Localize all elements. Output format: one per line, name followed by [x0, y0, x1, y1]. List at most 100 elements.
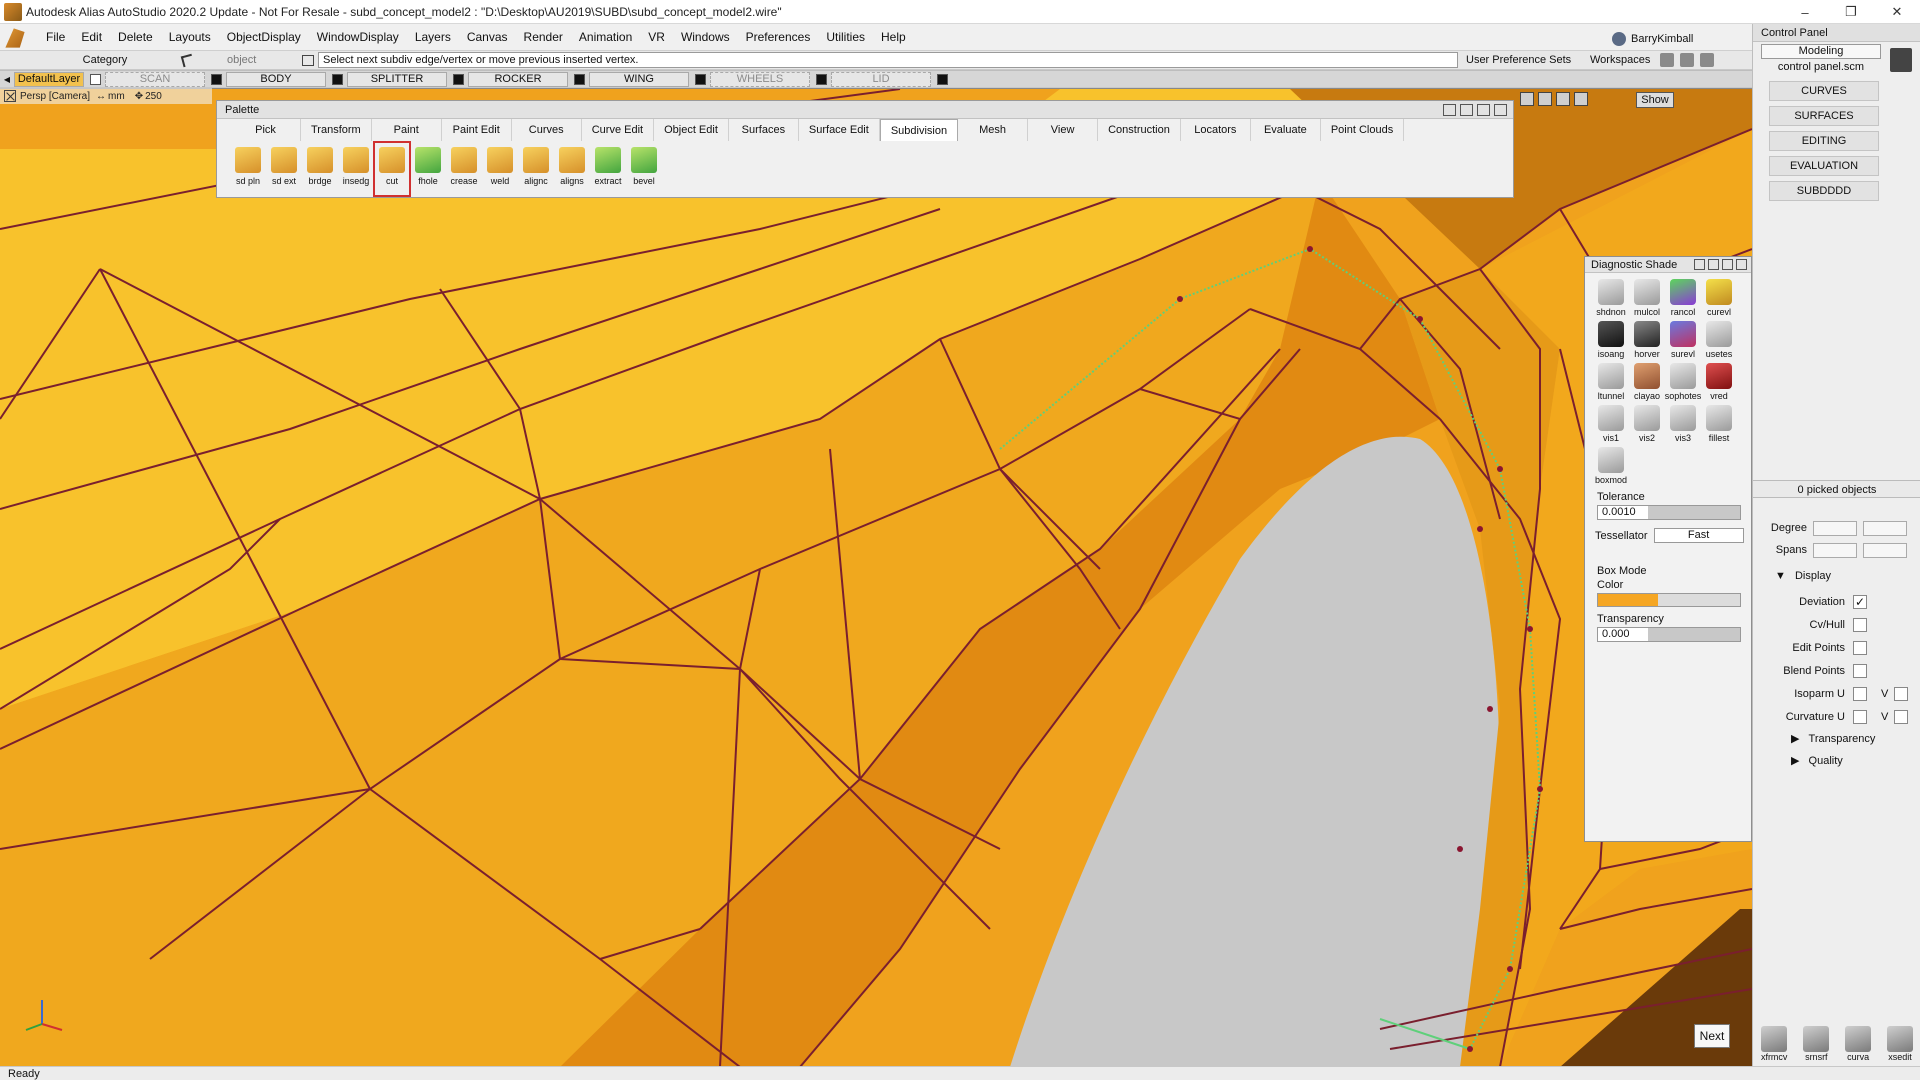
display-row-v-checkbox[interactable] — [1894, 710, 1909, 724]
layer-wheels[interactable]: WHEELS — [710, 71, 810, 87]
diagnostic-resize-icon[interactable] — [1694, 259, 1705, 270]
tool-crease[interactable]: crease — [447, 143, 481, 195]
shader-usetes[interactable]: usetes — [1701, 321, 1737, 359]
mode-dropdown[interactable]: Modeling — [1761, 44, 1881, 59]
layer-body[interactable]: BODY — [226, 71, 326, 87]
shelf-tool-xsedit[interactable]: xsedit — [1887, 1026, 1914, 1062]
close-button[interactable]: ✕ — [1874, 0, 1920, 24]
menu-layouts[interactable]: Layouts — [161, 24, 219, 50]
menu-utilities[interactable]: Utilities — [818, 24, 873, 50]
shader-isoang[interactable]: isoang — [1593, 321, 1629, 359]
color-slider[interactable] — [1597, 593, 1741, 607]
shader-vis1[interactable]: vis1 — [1593, 405, 1629, 443]
layer-scroll-left-icon[interactable]: ◀ — [0, 75, 14, 84]
tessellator-dropdown[interactable]: Fast — [1653, 528, 1744, 543]
cp-button-surfaces[interactable]: SURFACES — [1769, 106, 1879, 126]
tool-sd-pln[interactable]: sd pln — [231, 143, 265, 195]
display-row-checkbox[interactable] — [1853, 618, 1867, 632]
diagnostic-expand-icon[interactable] — [1722, 259, 1733, 270]
menu-delete[interactable]: Delete — [110, 24, 161, 50]
layer-defaultlayer[interactable]: DefaultLayer — [14, 71, 84, 87]
tab-paint-edit[interactable]: Paint Edit — [442, 119, 512, 141]
tool-weld[interactable]: weld — [483, 143, 517, 195]
grid-icon[interactable] — [1680, 53, 1694, 67]
minimize-button[interactable]: – — [1782, 0, 1828, 24]
diagnostic-menu-icon[interactable] — [1708, 259, 1719, 270]
tab-surface-edit[interactable]: Surface Edit — [799, 119, 880, 141]
tab-paint[interactable]: Paint — [372, 119, 442, 141]
render-icon[interactable] — [1538, 92, 1552, 106]
tab-view[interactable]: View — [1028, 119, 1099, 141]
display-row-checkbox[interactable] — [1853, 641, 1867, 655]
palette-close-icon[interactable] — [1494, 103, 1507, 116]
menu-preferences[interactable]: Preferences — [738, 24, 819, 50]
menu-windows[interactable]: Windows — [673, 24, 738, 50]
shader-clayao[interactable]: clayao — [1629, 363, 1665, 401]
display-row-v-checkbox[interactable] — [1894, 687, 1909, 701]
tool-alignc[interactable]: alignc — [519, 143, 553, 195]
subd-mesh-render[interactable] — [0, 89, 1752, 1066]
show-button[interactable]: Show — [1636, 92, 1674, 108]
shader-horver[interactable]: horver — [1629, 321, 1665, 359]
palette-resize-icon[interactable] — [1443, 103, 1456, 116]
menu-animation[interactable]: Animation — [571, 24, 640, 50]
cp-button-subdddd[interactable]: SUBDDDD — [1769, 181, 1879, 201]
shader-fillest[interactable]: fillest — [1701, 405, 1737, 443]
tool-brdge[interactable]: brdge — [303, 143, 337, 195]
spans-field-u[interactable] — [1813, 542, 1857, 558]
pick-mode[interactable]: object — [180, 53, 298, 67]
tool-sd-ext[interactable]: sd ext — [267, 143, 301, 195]
layer-visibility-icon[interactable] — [937, 73, 948, 85]
shader-mulcol[interactable]: mulcol — [1629, 279, 1665, 317]
layer-wing[interactable]: WING — [589, 71, 689, 87]
tab-point-clouds[interactable]: Point Clouds — [1321, 119, 1405, 141]
shader-vis2[interactable]: vis2 — [1629, 405, 1665, 443]
layer-visibility-icon[interactable] — [453, 73, 464, 85]
pan-icon[interactable] — [1574, 92, 1588, 106]
quality-section[interactable]: ▶ Quality — [1791, 754, 1843, 767]
cp-button-curves[interactable]: CURVES — [1769, 81, 1879, 101]
transparency-section[interactable]: ▶ Transparency — [1791, 732, 1875, 745]
control-panel-title[interactable]: Control Panel — [1753, 24, 1920, 42]
cp-button-evaluation[interactable]: EVALUATION — [1769, 156, 1879, 176]
tool-aligns[interactable]: aligns — [555, 143, 589, 195]
tab-locators[interactable]: Locators — [1181, 119, 1251, 141]
menu-objectdisplay[interactable]: ObjectDisplay — [219, 24, 309, 50]
perspective-viewport[interactable] — [0, 88, 1752, 1066]
shelf-tool-xfrmcv[interactable]: xfrmcv — [1761, 1026, 1787, 1062]
shader-ltunnel[interactable]: ltunnel — [1593, 363, 1629, 401]
shader-boxmod[interactable]: boxmod — [1593, 447, 1629, 485]
menu-vr[interactable]: VR — [640, 24, 673, 50]
diagnostic-shade-title-bar[interactable]: Diagnostic Shade — [1585, 257, 1751, 273]
palette-menu-icon[interactable] — [1460, 103, 1473, 116]
spans-field-v[interactable] — [1863, 542, 1907, 558]
shader-vis3[interactable]: vis3 — [1665, 405, 1701, 443]
shader-curevl[interactable]: curevl — [1701, 279, 1737, 317]
next-button[interactable]: Next — [1694, 1024, 1730, 1048]
tab-construction[interactable]: Construction — [1098, 119, 1181, 141]
tool-extract[interactable]: extract — [591, 143, 625, 195]
layer-visibility-icon[interactable] — [332, 73, 343, 85]
category-dropdown[interactable]: Category — [30, 54, 180, 66]
tab-transform[interactable]: Transform — [301, 119, 372, 141]
layer-visibility-icon[interactable] — [816, 73, 827, 85]
tool-bevel[interactable]: bevel — [627, 143, 661, 195]
tool-cut[interactable]: cut — [373, 141, 411, 197]
trash-icon[interactable] — [1890, 48, 1912, 72]
prompt-line[interactable]: Select next subdiv edge/vertex or move p… — [318, 52, 1458, 68]
shader-sophotes[interactable]: sophotes — [1665, 363, 1701, 401]
tab-evaluate[interactable]: Evaluate — [1251, 119, 1321, 141]
workspace-icon[interactable] — [1660, 53, 1674, 67]
user-preference-sets-button[interactable]: User Preference Sets — [1466, 54, 1571, 66]
maximize-button[interactable]: ❐ — [1828, 0, 1874, 24]
layer-rocker[interactable]: ROCKER — [468, 71, 568, 87]
tab-surfaces[interactable]: Surfaces — [729, 119, 799, 141]
layer-scan[interactable]: SCAN — [105, 71, 205, 87]
layer-splitter[interactable]: SPLITTER — [347, 71, 447, 87]
layer-lid[interactable]: LID — [831, 71, 931, 87]
tab-object-edit[interactable]: Object Edit — [654, 119, 729, 141]
tolerance-field[interactable]: 0.0010 — [1597, 505, 1741, 520]
shader-vred[interactable]: vred — [1701, 363, 1737, 401]
tab-pick[interactable]: Pick — [231, 119, 301, 141]
tool-insedg[interactable]: insedg — [339, 143, 373, 195]
